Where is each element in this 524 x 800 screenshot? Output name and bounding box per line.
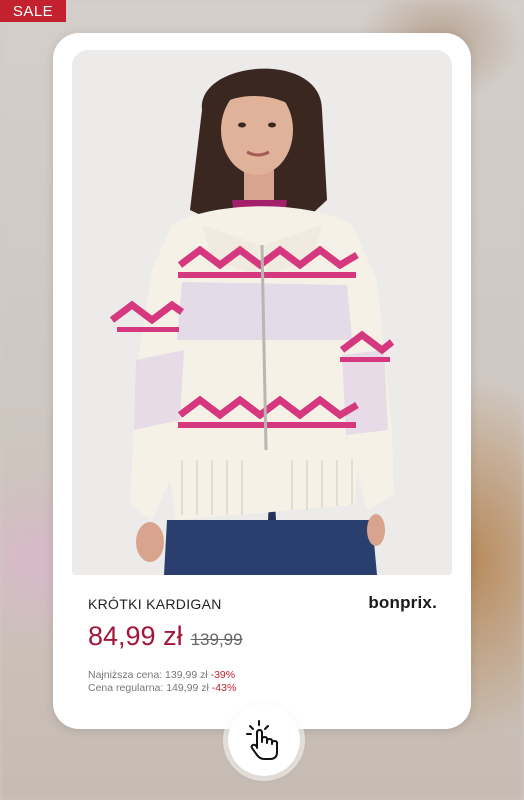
regular-price-label: Cena regularna: 149,99 zł	[88, 682, 209, 694]
old-price: 139,99	[190, 630, 243, 649]
model-cardigan-illustration	[72, 50, 452, 575]
lowest-price-discount: -39%	[210, 669, 236, 681]
lowest-price-note: Najniższa cena: 139,99 zł -39%	[88, 669, 235, 681]
sale-badge[interactable]: SALE	[0, 0, 66, 22]
price-row: 84,99 zł 139,99	[88, 621, 243, 652]
product-image[interactable]	[72, 50, 452, 575]
sale-price: 84,99 zł	[88, 621, 183, 651]
regular-price-discount: -43%	[211, 682, 237, 694]
tap-button[interactable]	[228, 704, 300, 776]
hand-tap-icon	[246, 720, 278, 760]
regular-price-note: Cena regularna: 149,99 zł -43%	[88, 682, 236, 694]
product-title[interactable]: KRÓTKI KARDIGAN	[88, 596, 222, 612]
brand-logo: bonprix.	[368, 593, 437, 612]
product-card[interactable]: KRÓTKI KARDIGAN bonprix. 84,99 zł 139,99…	[53, 33, 471, 729]
lowest-price-label: Najniższa cena: 139,99 zł	[88, 669, 208, 681]
